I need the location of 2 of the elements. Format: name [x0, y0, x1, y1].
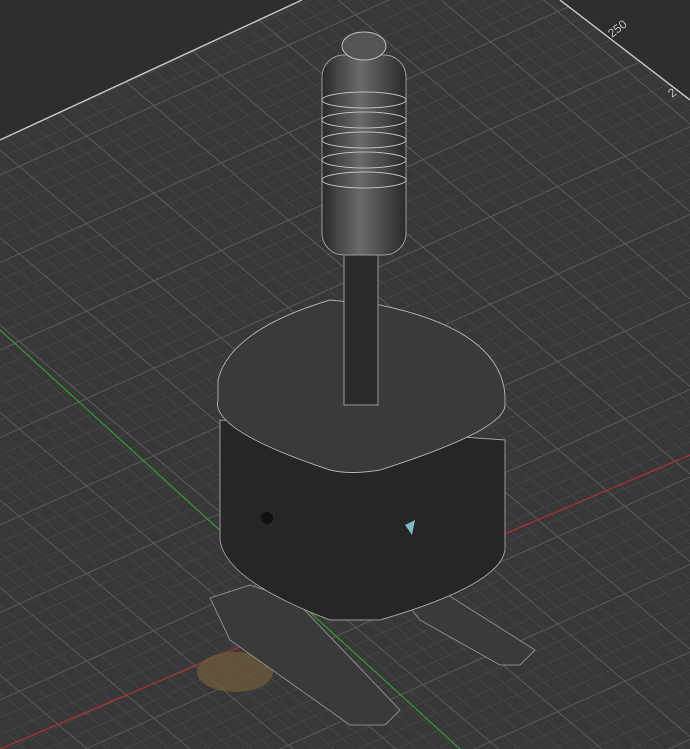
- grid-label: 2: [665, 85, 680, 100]
- grid-label: 250: [605, 17, 630, 40]
